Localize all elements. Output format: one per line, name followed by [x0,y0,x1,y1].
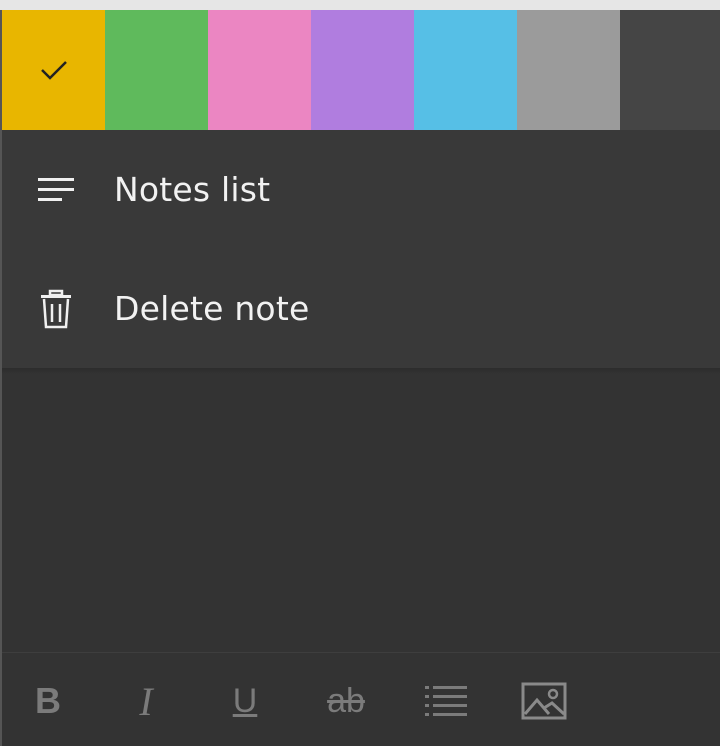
formatting-toolbar: B I U ab [2,653,720,746]
bold-button[interactable]: B [20,673,76,729]
color-swatch-charcoal[interactable] [620,10,720,130]
bullet-list-icon [425,686,467,716]
menu-shadow [2,368,720,374]
image-icon [521,682,567,720]
underline-button[interactable]: U [217,673,273,729]
strikethrough-button[interactable]: ab [318,673,374,729]
note-menu: Notes list Delete note [2,130,720,368]
window-top-border [0,0,720,10]
color-swatch-pink[interactable] [208,10,311,130]
menu-item-delete-note[interactable]: Delete note [2,249,720,368]
color-swatch-blue[interactable] [414,10,517,130]
trash-icon [36,289,76,329]
color-swatch-purple[interactable] [311,10,414,130]
underline-icon: U [232,681,258,720]
list-icon [36,170,76,210]
italic-icon: I [139,678,153,724]
bold-icon: B [35,680,61,721]
color-picker [2,10,720,130]
strikethrough-icon: ab [327,681,365,720]
insert-image-button[interactable] [516,673,572,729]
sticky-note-window: Notes list Delete note B I U ab [2,10,720,746]
checkmark-icon [40,61,67,80]
color-swatch-yellow[interactable] [2,10,105,130]
color-swatch-green[interactable] [105,10,208,130]
bullet-list-button[interactable] [418,673,474,729]
menu-item-notes-list[interactable]: Notes list [2,130,720,249]
menu-item-label: Delete note [114,289,310,328]
italic-button[interactable]: I [118,673,174,729]
menu-item-label: Notes list [114,170,271,209]
color-swatch-gray[interactable] [517,10,620,130]
